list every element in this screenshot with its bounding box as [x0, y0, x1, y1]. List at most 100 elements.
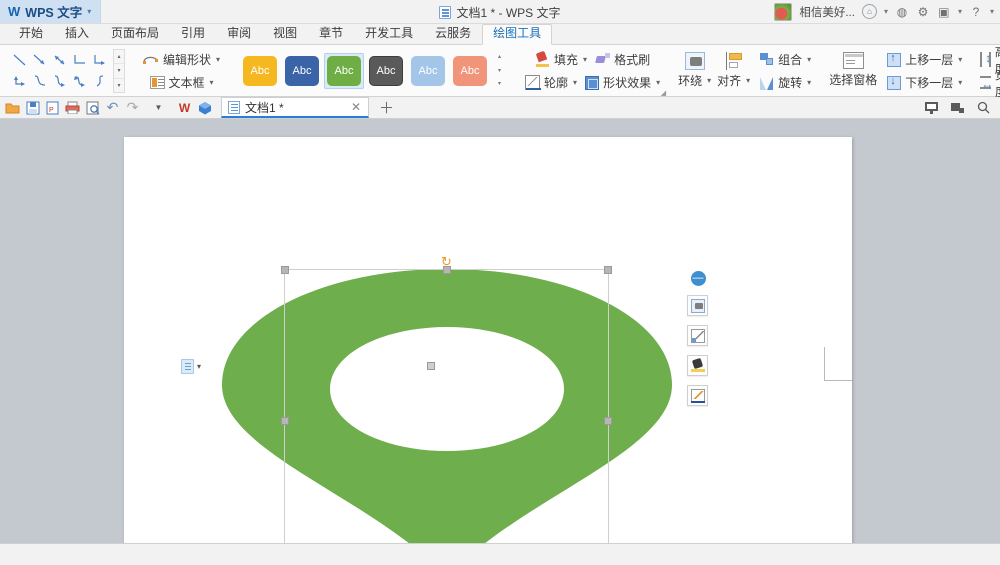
text-box-button[interactable]: 文本框 ▾ — [146, 72, 218, 93]
presentation-mode-icon[interactable] — [923, 99, 940, 116]
shape-style-option-3-selected[interactable]: Abc — [324, 53, 364, 89]
resize-handle-top-center[interactable] — [443, 266, 451, 274]
chevron-down-icon[interactable]: ▾ — [210, 78, 214, 87]
freeform-curve-shape[interactable] — [90, 71, 110, 92]
share-icon[interactable] — [949, 99, 966, 116]
tab-view[interactable]: 视图 — [262, 24, 308, 44]
tab-drawing-tools[interactable]: 绘图工具 — [482, 24, 552, 45]
open-icon[interactable] — [4, 99, 21, 116]
undo-icon[interactable]: ↶ — [104, 99, 121, 116]
rotate-button[interactable]: 旋转 ▾ — [756, 72, 815, 93]
document-canvas[interactable]: ▾ ↻ — — [0, 119, 1000, 543]
elbow-double-arrow-shape[interactable] — [10, 71, 30, 92]
customize-caret-icon[interactable]: ▼ — [150, 99, 167, 116]
tab-insert[interactable]: 插入 — [54, 24, 100, 44]
avatar[interactable] — [774, 3, 792, 21]
elbow-connector-shape[interactable] — [70, 50, 90, 71]
chevron-down-icon[interactable]: ▾ — [990, 7, 994, 16]
tab-references[interactable]: 引用 — [170, 24, 216, 44]
chevron-down-icon[interactable]: ▾ — [216, 55, 220, 64]
scroll-up-icon[interactable]: ▴ — [494, 51, 505, 64]
print-icon[interactable] — [64, 99, 81, 116]
shape-gallery-scroll[interactable]: ▴ ▾ ▾ — [113, 49, 125, 93]
shape-style-option-6[interactable]: Abc — [450, 53, 490, 89]
new-tab-button[interactable]: ＋ — [372, 97, 401, 118]
app-menu-icon[interactable]: ▣ — [937, 5, 951, 19]
close-icon[interactable]: ✕ — [351, 100, 361, 114]
chevron-down-icon[interactable]: ▾ — [583, 55, 587, 64]
arrow-line-shape[interactable] — [30, 50, 50, 71]
shape-selection-frame[interactable]: ↻ — [284, 269, 609, 543]
tab-cloud-service[interactable]: 云服务 — [424, 24, 482, 44]
fill-button[interactable]: 填充 ▾ — [531, 49, 591, 70]
tab-review[interactable]: 审阅 — [216, 24, 262, 44]
chevron-down-icon[interactable]: ▾ — [958, 78, 962, 87]
chevron-down-icon[interactable]: ▾ — [807, 78, 811, 87]
group-button[interactable]: 组合 ▾ — [756, 49, 815, 70]
shape-style-option-4[interactable]: Abc — [366, 53, 406, 89]
redo-icon[interactable]: ↷ — [124, 99, 141, 116]
fill-color-button[interactable] — [687, 355, 708, 376]
edit-shape-button[interactable]: 编辑形状 ▾ — [139, 49, 224, 70]
gallery-more-icon[interactable]: ▾ — [494, 78, 505, 91]
align-button[interactable]: 对齐 ▾ — [717, 70, 750, 91]
chevron-down-icon[interactable]: ▾ — [884, 7, 888, 16]
gear-icon[interactable]: ⚙ — [916, 5, 930, 19]
shape-style-option-5[interactable]: Abc — [408, 53, 448, 89]
selection-pane-button[interactable]: 选择窗格 — [829, 69, 877, 90]
text-wrap-button[interactable]: 环绕 ▾ — [678, 70, 711, 91]
home-icon[interactable]: ⌂ — [862, 4, 877, 19]
outline-color-button[interactable] — [687, 385, 708, 406]
chevron-down-icon[interactable]: ▾ — [958, 55, 962, 64]
collapse-toolbar-button[interactable]: — — [691, 271, 706, 286]
scroll-down-icon[interactable]: ▾ — [114, 64, 124, 78]
chevron-down-icon[interactable]: ▾ — [707, 76, 711, 85]
sync-icon[interactable]: ◍ — [895, 5, 909, 19]
line-shape[interactable] — [10, 50, 30, 71]
search-icon[interactable] — [975, 99, 992, 116]
bring-forward-button[interactable]: 上移一层 ▾ — [883, 49, 966, 70]
tab-developer[interactable]: 开发工具 — [354, 24, 424, 44]
scroll-up-icon[interactable]: ▴ — [114, 50, 124, 64]
chevron-down-icon[interactable]: ▾ — [87, 7, 91, 16]
chevron-down-icon[interactable]: ▾ — [573, 78, 577, 87]
shape-style-scroll[interactable]: ▴ ▾ ▾ — [494, 51, 505, 91]
document-tab[interactable]: 文档1 * ✕ — [221, 97, 369, 118]
outline-button[interactable]: 轮廓 ▾ — [521, 72, 581, 93]
chevron-down-icon[interactable]: ▾ — [958, 7, 962, 16]
paste-options-button[interactable]: ▾ — [181, 359, 201, 374]
edit-shape-button[interactable] — [687, 325, 708, 346]
tab-start[interactable]: 开始 — [8, 24, 54, 44]
export-pdf-icon[interactable]: P — [44, 99, 61, 116]
shape-style-option-2[interactable]: Abc — [282, 53, 322, 89]
chevron-down-icon[interactable]: ▾ — [197, 362, 201, 371]
shape-gallery[interactable] — [8, 47, 112, 95]
print-preview-icon[interactable] — [84, 99, 101, 116]
format-painter-button[interactable]: 格式刷 — [591, 49, 654, 70]
elbow-arrow-connector-shape[interactable] — [90, 50, 110, 71]
help-icon[interactable]: ? — [969, 5, 983, 19]
shape-style-option-1[interactable]: Abc — [240, 53, 280, 89]
resize-handle-top-right[interactable] — [604, 266, 612, 274]
chevron-down-icon[interactable]: ▾ — [746, 76, 750, 85]
scroll-down-icon[interactable]: ▾ — [494, 65, 505, 78]
send-backward-button[interactable]: 下移一层 ▾ — [883, 72, 966, 93]
save-icon[interactable] — [24, 99, 41, 116]
resize-handle-middle-right[interactable] — [604, 417, 612, 425]
chevron-down-icon[interactable]: ▾ — [807, 55, 811, 64]
dialog-launcher-icon[interactable]: ◢ — [661, 89, 666, 97]
resize-handle-middle-left[interactable] — [281, 417, 289, 425]
user-name-label[interactable]: 相信美好... — [799, 4, 855, 20]
shape-effects-button[interactable]: 形状效果 ▾ — [581, 72, 664, 93]
layout-options-button[interactable] — [687, 295, 708, 316]
curved-arrow-connector-shape[interactable] — [50, 71, 70, 92]
wps-box-icon[interactable] — [196, 99, 213, 116]
tab-page-layout[interactable]: 页面布局 — [100, 24, 170, 44]
gallery-more-icon[interactable]: ▾ — [114, 79, 124, 92]
app-name-tab[interactable]: W WPS 文字 ▾ — [0, 0, 101, 23]
curved-connector-shape[interactable] — [30, 71, 50, 92]
double-arrow-line-shape[interactable] — [50, 50, 70, 71]
curved-double-arrow-shape[interactable] — [70, 71, 90, 92]
resize-handle-top-left[interactable] — [281, 266, 289, 274]
chevron-down-icon[interactable]: ▾ — [656, 78, 660, 87]
